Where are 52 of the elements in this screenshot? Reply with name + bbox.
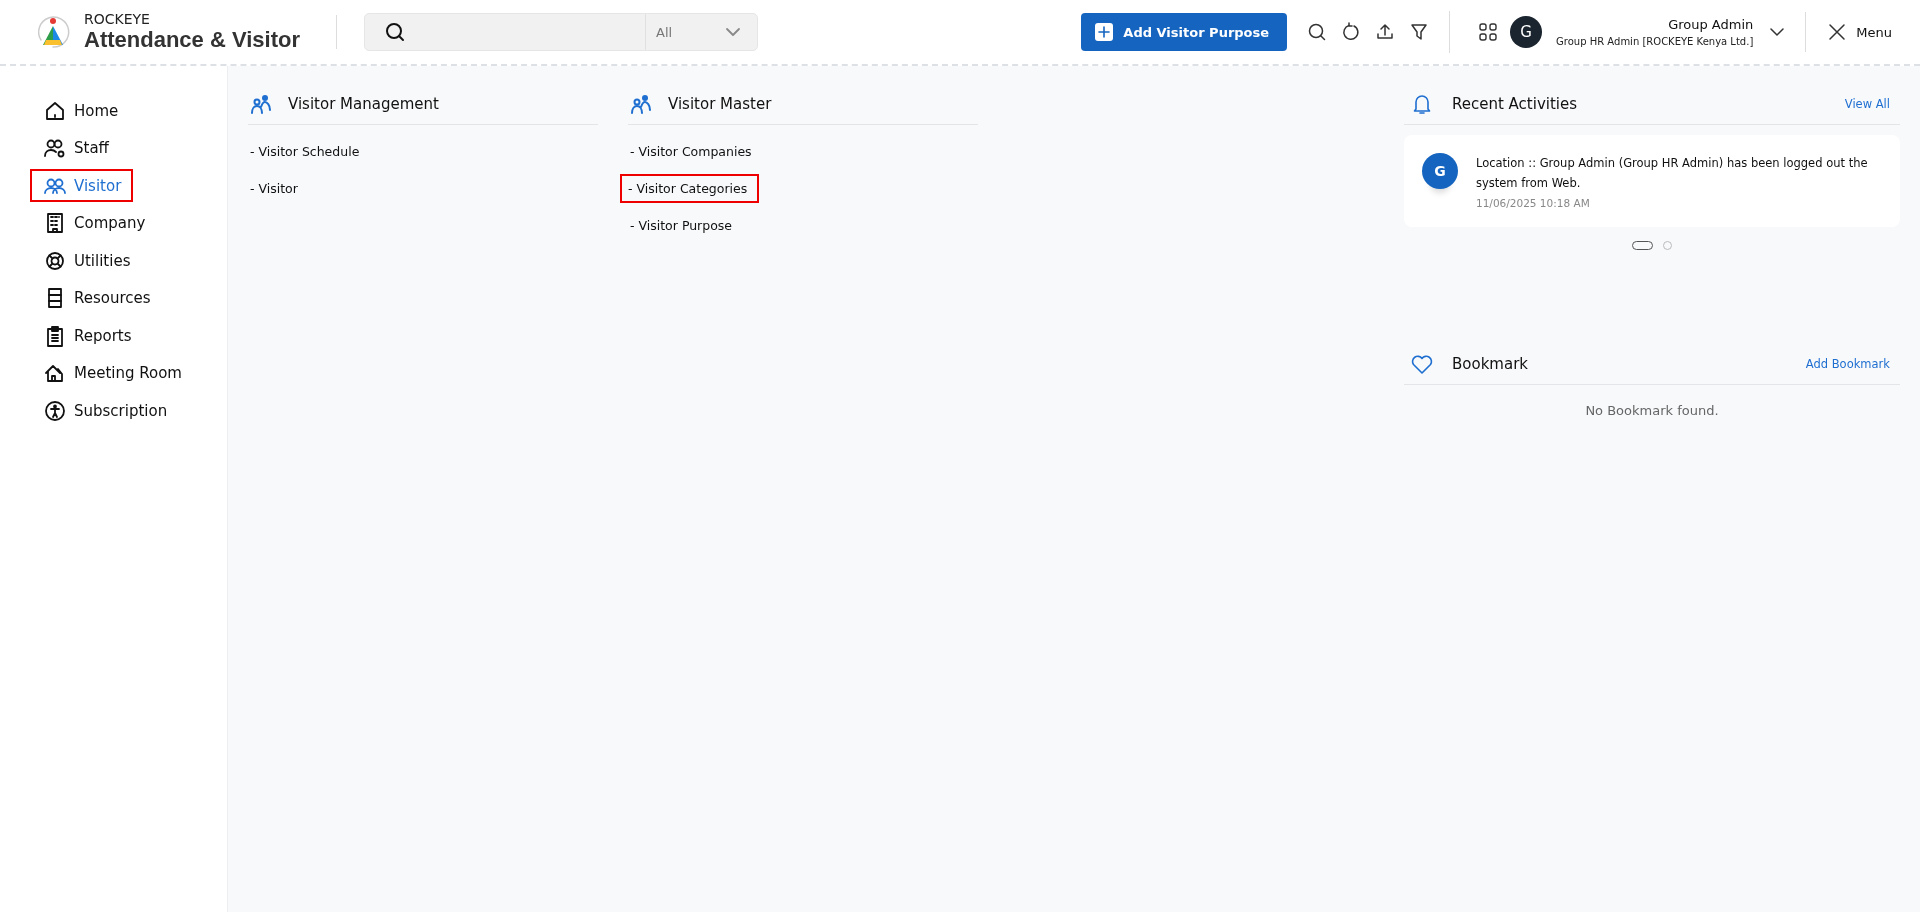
add-bookmark-link[interactable]: Add Bookmark xyxy=(1805,357,1890,371)
search-icon[interactable] xyxy=(1307,22,1328,42)
people-icon xyxy=(250,93,274,115)
sidebar-item[interactable]: Meeting Room xyxy=(30,356,194,390)
menu-link[interactable]: - Visitor Purpose xyxy=(628,211,745,240)
apps-grid-icon[interactable] xyxy=(1478,22,1499,42)
activity-time: 11/06/2025 10:18 AM xyxy=(1476,197,1591,209)
menu-link[interactable]: - Visitor Schedule xyxy=(248,137,372,166)
menu-button[interactable]: Menu xyxy=(1828,23,1892,41)
activity-message: Location :: Group Admin (Group HR Admin) has been logged out the system from Web. xyxy=(1476,155,1869,192)
empty-message: No Bookmark found. xyxy=(1584,403,1720,418)
house-icon xyxy=(44,362,66,384)
section-title: Visitor Master xyxy=(668,95,772,113)
sidebar-item[interactable]: Company xyxy=(30,206,158,240)
sidebar-item[interactable]: Staff xyxy=(30,131,121,165)
plus-icon xyxy=(1095,23,1114,41)
people-gear-icon xyxy=(44,137,66,159)
scope-dropdown[interactable]: All xyxy=(645,14,757,50)
sidebar-item[interactable]: Home xyxy=(30,94,131,127)
user-avatar[interactable]: G xyxy=(1510,16,1543,48)
clipboard-icon xyxy=(44,324,66,347)
lifebuoy-icon xyxy=(44,249,66,272)
section-title: Recent Activities xyxy=(1452,95,1579,113)
upload-icon[interactable] xyxy=(1375,22,1396,42)
sidebar-item[interactable]: Subscription xyxy=(30,394,180,427)
accessibility-icon xyxy=(44,399,66,422)
user-role: Group HR Admin [ROCKEYE Kenya Ltd.] xyxy=(1556,36,1754,47)
view-all-link[interactable]: View All xyxy=(1844,97,1890,111)
refresh-icon[interactable] xyxy=(1341,22,1362,42)
section-title: Visitor Management xyxy=(288,95,439,113)
heart-icon xyxy=(1410,353,1434,375)
people-icon xyxy=(630,93,654,115)
building-icon xyxy=(44,212,66,234)
search-icon xyxy=(385,22,405,42)
user-name: Group Admin xyxy=(1667,17,1754,32)
menu-link[interactable]: - Visitor Categories xyxy=(620,174,760,203)
home-icon xyxy=(44,99,66,122)
sidebar-item[interactable]: Visitor xyxy=(30,169,134,202)
search-field[interactable]: All xyxy=(364,13,758,51)
sidebar-item[interactable]: Reports xyxy=(30,319,144,352)
section-title: Bookmark xyxy=(1452,355,1529,373)
activity-avatar: G xyxy=(1422,153,1458,189)
sidebar-item[interactable]: Utilities xyxy=(30,244,143,277)
brand-name: ROCKEYE xyxy=(84,11,151,27)
sidebar-item[interactable]: Resources xyxy=(30,281,163,315)
close-icon xyxy=(1828,23,1847,41)
scope-label: All xyxy=(656,24,673,40)
add-visitor-purpose-button[interactable]: Add Visitor Purpose xyxy=(1081,13,1288,51)
menu-link[interactable]: - Visitor Companies xyxy=(628,137,764,166)
app-title: Attendance & Visitor xyxy=(84,27,300,53)
menu-link[interactable]: - Visitor xyxy=(248,174,310,203)
filter-icon[interactable] xyxy=(1409,22,1430,42)
